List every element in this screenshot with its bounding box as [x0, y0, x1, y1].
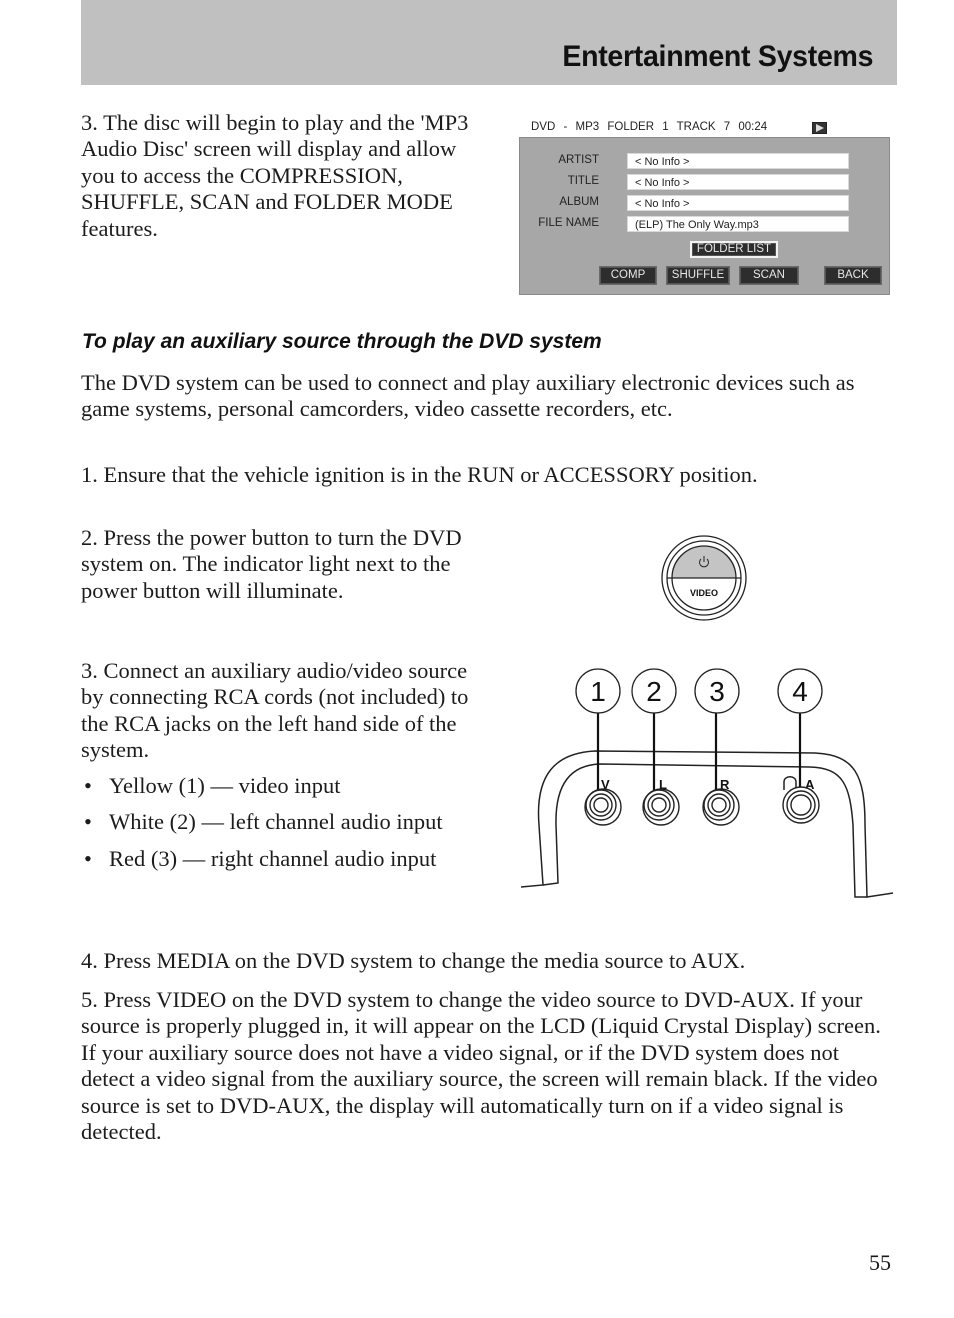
step-2: 2. Press the power button to turn the DV… — [81, 525, 462, 603]
field-label: ARTIST — [558, 154, 599, 166]
status-bar: DVD - MP3 FOLDER 1 TRACK 7 00:24 — [531, 121, 767, 133]
bullet-icon: • — [84, 809, 92, 835]
mp3-info-panel: ARTIST < No Info > TITLE < No Info > ALB… — [519, 137, 890, 295]
info-row-artist: ARTIST < No Info > — [520, 153, 889, 170]
callout-2: 2 — [631, 668, 677, 714]
field-label: TITLE — [567, 175, 599, 187]
headphone-jack — [782, 786, 820, 824]
comp-button[interactable]: COMP — [599, 266, 657, 285]
rca-jack-video — [584, 788, 622, 826]
bullet-icon: • — [84, 773, 92, 798]
play-icon — [812, 122, 827, 134]
step-5: 5. Press VIDEO on the DVD system to chan… — [81, 987, 881, 1145]
housing-inner — [542, 763, 867, 898]
rca-jack-left-audio — [642, 788, 680, 826]
bullet-icon: • — [84, 845, 92, 871]
field-label: FILE NAME — [538, 217, 599, 229]
video-power-button-illustration: VIDEO — [661, 535, 747, 621]
callout-3: 3 — [694, 668, 740, 714]
scan-button[interactable]: SCAN — [739, 266, 799, 285]
info-row-album: ALBUM < No Info > — [520, 195, 889, 212]
info-row-file-name: FILE NAME (ELP) The Only Way.mp3 — [520, 216, 889, 233]
callout-number: 4 — [792, 676, 808, 707]
step-3: 3. Connect an auxiliary audio/video sour… — [81, 658, 469, 763]
callout-4: 4 — [777, 668, 823, 714]
status-time: 00:24 — [738, 121, 768, 133]
header-band: Entertainment Systems — [81, 0, 897, 85]
housing-outer — [520, 750, 894, 898]
info-row-title: TITLE < No Info > — [520, 174, 889, 191]
page-title: Entertainment Systems — [562, 40, 873, 73]
status-folder: FOLDER 1 — [607, 121, 669, 133]
list-item: • Red (3) — right channel audio input — [81, 846, 481, 872]
list-item: • White (2) — left channel audio input — [81, 809, 481, 835]
list-item: • Yellow (1) — video input — [81, 773, 481, 799]
bullet-text: Red (3) — right channel audio input — [109, 845, 437, 871]
video-label: VIDEO — [690, 588, 718, 598]
rca-jack-panel-illustration: 1 2 3 4 V L R A — [520, 668, 894, 898]
step-4: 4. Press MEDIA on the DVD system to chan… — [81, 948, 746, 973]
folder-list-button[interactable]: FOLDER LIST — [690, 241, 778, 258]
mp3-audio-disc-screen: DVD - MP3 FOLDER 1 TRACK 7 00:24 ARTIST … — [519, 115, 890, 295]
field-label: ALBUM — [559, 196, 599, 208]
callout-number: 1 — [590, 676, 606, 707]
field-value: (ELP) The Only Way.mp3 — [627, 216, 849, 232]
rca-jack-right-audio — [702, 788, 740, 826]
step-1: 1. Ensure that the vehicle ignition is i… — [81, 462, 758, 487]
shuffle-button[interactable]: SHUFFLE — [666, 266, 730, 285]
callout-number: 3 — [709, 676, 725, 707]
intro-step-3: 3. The disc will begin to play and the '… — [81, 110, 469, 241]
field-value: < No Info > — [627, 195, 849, 211]
status-track: TRACK 7 — [676, 121, 731, 133]
field-value: < No Info > — [627, 153, 849, 169]
bullet-text: White (2) — left channel audio input — [109, 809, 443, 835]
jack-color-list: • Yellow (1) — video input • White (2) — l… — [81, 773, 481, 882]
status-source: DVD - MP3 — [531, 121, 600, 133]
back-button[interactable]: BACK — [824, 266, 882, 285]
bullet-text: Yellow (1) — video input — [109, 773, 341, 798]
callout-number: 2 — [646, 676, 662, 707]
page-number: 55 — [869, 1250, 891, 1275]
field-value: < No Info > — [627, 174, 849, 190]
section-heading: To play an auxiliary source through the … — [82, 330, 602, 353]
section-intro: The DVD system can be used to connect an… — [81, 370, 855, 422]
callout-1: 1 — [575, 668, 621, 714]
